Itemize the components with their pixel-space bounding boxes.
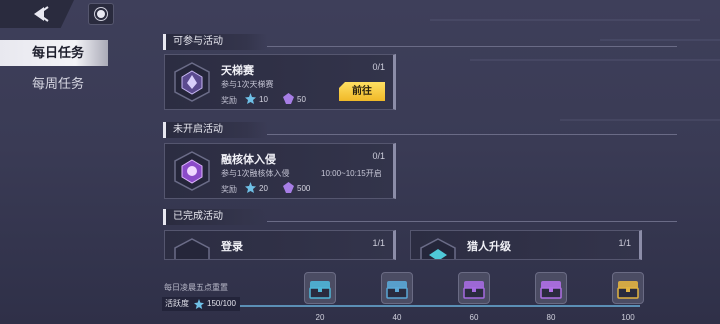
reward-label: 奖励 (221, 96, 237, 105)
chest-icon (617, 281, 639, 299)
tab-daily-tasks[interactable]: 每日任务 (0, 40, 108, 66)
crystal-icon (283, 93, 294, 104)
activity-point-icon (245, 93, 256, 104)
divider (267, 134, 677, 135)
card-title: 登录 (221, 240, 243, 253)
section-available-header: 可参与活动 (163, 34, 267, 50)
reward-crystal-value: 500 (297, 184, 311, 193)
activity-card-login[interactable]: 登录 1/1 (164, 230, 396, 260)
card-title: 融核体入侵 (221, 153, 276, 166)
back-arrow-icon (34, 6, 49, 22)
section-not-open-title: 未开启活动 (173, 124, 223, 135)
sidebar: 每日任务 每周任务 (0, 40, 140, 102)
record-button[interactable] (88, 3, 114, 25)
card-description: 参与1次融核体入侵 (221, 169, 290, 178)
login-icon (171, 237, 213, 259)
section-completed-header: 已完成活动 (163, 209, 267, 225)
reward-crystal-value: 50 (297, 95, 306, 104)
section-available-title: 可参与活动 (173, 36, 223, 47)
go-button[interactable]: 前往 (339, 82, 385, 101)
activity-point-icon (245, 182, 256, 193)
reward-label: 奖励 (221, 185, 237, 194)
reward-activity-value: 20 (259, 184, 268, 193)
reward-activity-value: 10 (259, 95, 268, 104)
divider (267, 221, 677, 222)
reward-chest-100[interactable] (612, 272, 644, 304)
reward-chest-20[interactable] (304, 272, 336, 304)
chest-icon (386, 281, 408, 299)
tab-weekly-tasks[interactable]: 每周任务 (0, 71, 140, 97)
milestone-value: 40 (392, 313, 402, 322)
reward-chest-40[interactable] (381, 272, 413, 304)
milestone-value: 20 (315, 313, 325, 322)
activity-bar: 每日凌晨五点重置 活跃度 150/100 20 40 60 80 100 (0, 272, 720, 324)
activity-card-ladder[interactable]: 天梯赛 0/1 参与1次天梯赛 奖励 10 50 前往 (164, 54, 396, 110)
card-progress: 0/1 (372, 62, 385, 72)
activity-label: 活跃度 150/100 (162, 297, 240, 311)
card-title: 猎人升级 (467, 240, 511, 253)
open-time: 10:00~10:15开启 (321, 169, 382, 178)
reward-chest-60[interactable] (458, 272, 490, 304)
card-title: 天梯赛 (221, 64, 254, 77)
activity-card-hunter-levelup[interactable]: 猎人升级 1/1 (410, 230, 642, 260)
chest-icon (463, 281, 485, 299)
card-progress: 0/1 (372, 151, 385, 161)
crystal-icon (283, 182, 294, 193)
activity-value: 150/100 (207, 299, 236, 308)
section-not-open-header: 未开启活动 (163, 122, 267, 138)
activity-card-fusion-invasion[interactable]: 融核体入侵 0/1 参与1次融核体入侵 10:00~10:15开启 奖励 20 … (164, 143, 396, 199)
section-completed-title: 已完成活动 (173, 211, 223, 222)
milestone-value: 80 (546, 313, 556, 322)
card-progress: 1/1 (372, 238, 385, 248)
back-button[interactable] (0, 0, 74, 28)
record-icon (97, 10, 105, 18)
activity-progress-track (240, 305, 640, 307)
card-description: 参与1次天梯赛 (221, 80, 274, 89)
activity-label-text: 活跃度 (165, 299, 189, 308)
milestone-value: 100 (621, 313, 635, 322)
chest-icon (309, 281, 331, 299)
top-bar (0, 0, 720, 28)
hunter-icon (417, 237, 459, 259)
activity-point-icon (194, 299, 204, 309)
card-progress: 1/1 (618, 238, 631, 248)
milestone-value: 60 (469, 313, 479, 322)
reward-chest-80[interactable] (535, 272, 567, 304)
chest-icon (540, 281, 562, 299)
fusion-core-icon (171, 150, 213, 192)
divider (267, 46, 677, 47)
ladder-icon (171, 61, 213, 103)
reset-note: 每日凌晨五点重置 (164, 283, 228, 292)
